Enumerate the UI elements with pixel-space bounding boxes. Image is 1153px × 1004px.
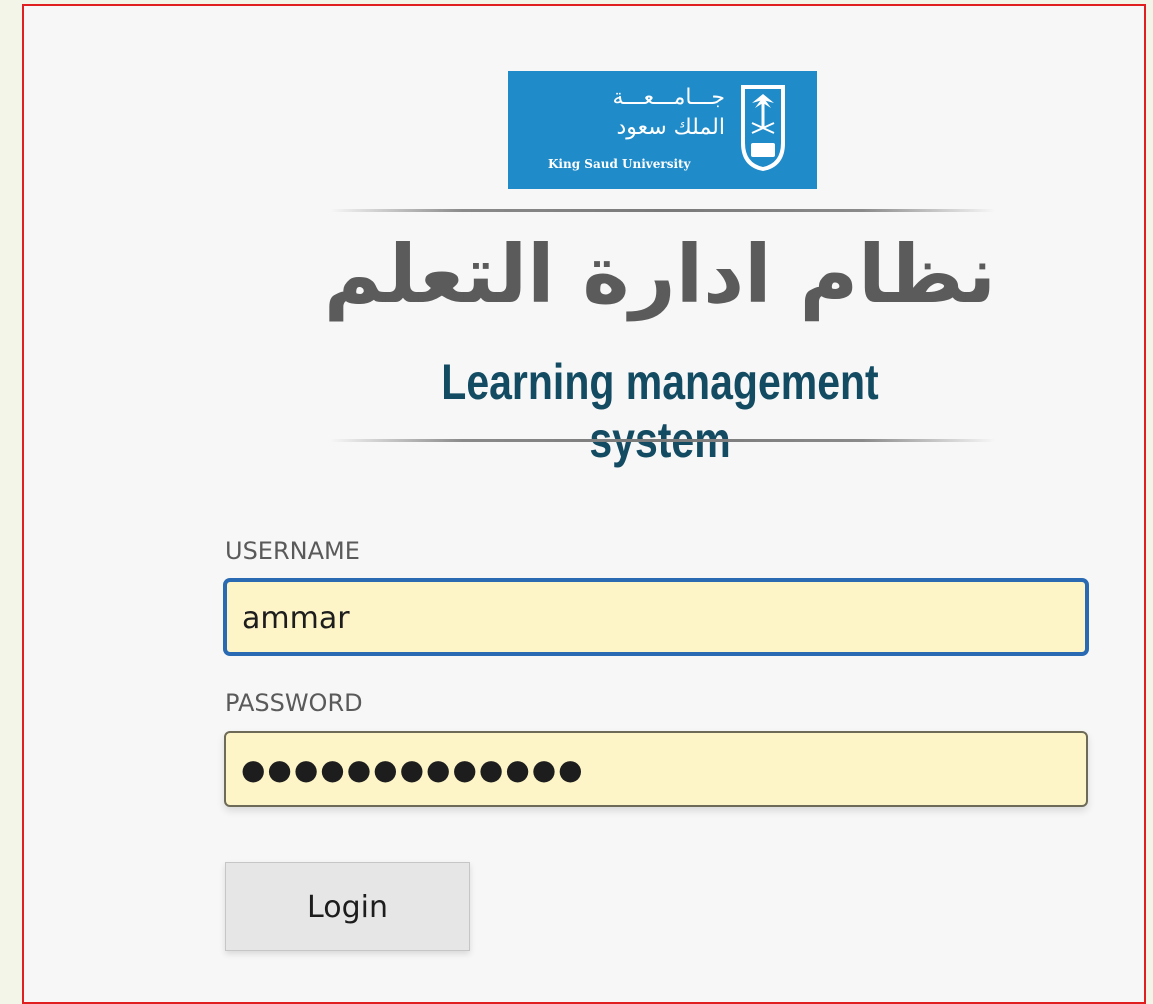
bottom-divider <box>330 439 995 442</box>
top-divider <box>330 209 995 212</box>
page-title-english: Learning management system <box>441 354 879 468</box>
login-button[interactable]: Login <box>225 862 470 951</box>
logo-arabic-line1: جـــامـــعـــة <box>612 85 725 110</box>
logo-english-name: King Saud University <box>548 157 691 171</box>
university-emblem-icon <box>741 85 785 171</box>
university-logo: جـــامـــعـــة الملك سعود King Saud Univ… <box>508 71 817 189</box>
password-label: PASSWORD <box>225 689 363 717</box>
page-title-arabic: نظام ادارة التعلم <box>323 228 997 321</box>
username-input[interactable]: ammar <box>224 579 1088 655</box>
password-input[interactable]: ●●●●●●●●●●●●● <box>224 731 1088 807</box>
username-label: USERNAME <box>225 537 360 565</box>
logo-arabic-line2: الملك سعود <box>616 115 725 140</box>
